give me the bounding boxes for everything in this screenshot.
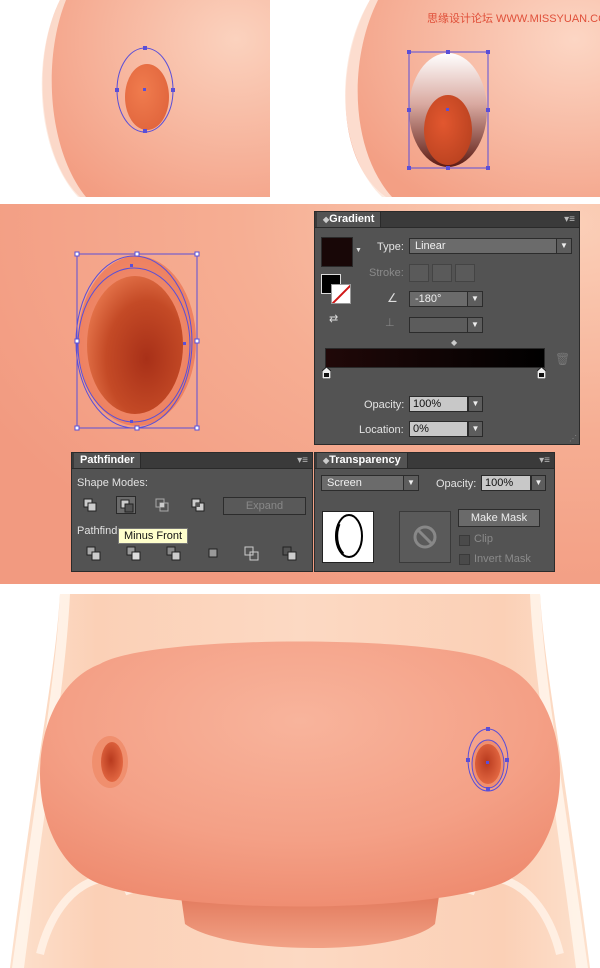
- angle-select[interactable]: -180° ▼: [409, 291, 483, 307]
- clip-label: Clip: [474, 533, 493, 545]
- opacity-label: Opacity:: [364, 399, 405, 411]
- resize-grip-icon[interactable]: ⋰: [569, 434, 577, 443]
- invert-mask-label: Invert Mask: [474, 553, 531, 565]
- transparency-tab[interactable]: ◆Transparency: [317, 453, 408, 468]
- exclude-icon[interactable]: [188, 496, 208, 514]
- panel-menu-icon[interactable]: ▾≡: [564, 213, 575, 226]
- pathfinders-label: Pathfind: [77, 525, 118, 537]
- stroke-along-icon[interactable]: [432, 264, 452, 282]
- chevron-down-icon[interactable]: ▼: [468, 421, 483, 437]
- object-thumbnail[interactable]: [322, 511, 374, 563]
- stroke-label: Stroke:: [369, 267, 404, 279]
- opacity-input[interactable]: 100%: [409, 396, 468, 412]
- gradient-slider[interactable]: [325, 348, 545, 368]
- stroke-within-icon[interactable]: [409, 264, 429, 282]
- opacity-input[interactable]: 100%: [481, 475, 531, 491]
- panel-menu-icon[interactable]: ▾≡: [539, 454, 550, 467]
- unite-icon[interactable]: [80, 496, 100, 514]
- mask-thumbnail[interactable]: [399, 511, 451, 563]
- invert-mask-checkbox[interactable]: [459, 554, 470, 565]
- gradient-tab[interactable]: ◆Gradient: [317, 212, 382, 227]
- clip-checkbox[interactable]: [459, 535, 470, 546]
- outline-icon[interactable]: [242, 544, 262, 562]
- location-input[interactable]: 0%: [409, 421, 468, 437]
- expand-button[interactable]: Expand: [223, 497, 306, 515]
- shape-modes-label: Shape Modes:: [77, 477, 148, 489]
- canvas-top-right: [326, 0, 600, 197]
- gradient-midpoint-icon[interactable]: ◆: [451, 338, 457, 347]
- transparency-panel: ◆Transparency ▾≡ Screen ▼ Opacity: 100% ▼…: [314, 452, 555, 572]
- divide-icon[interactable]: [84, 544, 104, 562]
- type-select[interactable]: Linear ▼: [409, 238, 572, 254]
- chevron-down-icon: ▼: [556, 239, 571, 253]
- chevron-down-icon: ▼: [467, 292, 482, 306]
- blend-mode-select[interactable]: Screen ▼: [321, 475, 419, 491]
- minus-front-icon[interactable]: [116, 496, 136, 514]
- pathfinder-panel: Pathfinder ▾≡ Shape Modes: Expand Pathfi…: [71, 452, 313, 572]
- tooltip-minus-front: Minus Front: [118, 528, 189, 544]
- gradient-panel: ◆Gradient ▾≡ ▼ Type: Linear ▼ Stroke: ∠ -…: [314, 211, 580, 445]
- aspect-ratio-select[interactable]: ▼: [409, 317, 483, 333]
- stroke-across-icon[interactable]: [455, 264, 475, 282]
- type-label: Type:: [377, 241, 404, 253]
- minus-back-icon[interactable]: [280, 544, 300, 562]
- gradient-swatch[interactable]: [321, 237, 353, 267]
- crop-icon[interactable]: [204, 544, 224, 562]
- gradient-stop-left[interactable]: [321, 366, 332, 380]
- merge-icon[interactable]: [164, 544, 184, 562]
- canvas-bottom: [0, 594, 600, 968]
- chevron-down-icon[interactable]: ▼: [531, 475, 546, 491]
- trim-icon[interactable]: [124, 544, 144, 562]
- gradient-stop-right[interactable]: [536, 366, 547, 380]
- angle-icon: ∠: [387, 291, 398, 305]
- swatch-chevron-down-icon[interactable]: ▼: [355, 247, 362, 254]
- reverse-gradient-icon[interactable]: ⇄: [329, 312, 343, 326]
- make-mask-button[interactable]: Make Mask: [458, 509, 540, 527]
- watermark: 思缘设计论坛 WWW.MISSYUAN.COM: [427, 13, 600, 25]
- location-label: Location:: [359, 424, 404, 436]
- stroke-swatch[interactable]: [331, 284, 351, 304]
- chevron-down-icon: ▼: [403, 476, 418, 490]
- chevron-down-icon: ▼: [467, 318, 482, 332]
- canvas-top-left: [0, 0, 270, 197]
- panel-menu-icon[interactable]: ▾≡: [297, 454, 308, 467]
- chevron-down-icon[interactable]: ▼: [468, 396, 483, 412]
- pathfinder-tab[interactable]: Pathfinder: [74, 453, 142, 468]
- opacity-label: Opacity:: [436, 478, 477, 490]
- intersect-icon[interactable]: [152, 496, 172, 514]
- trash-icon[interactable]: 🗑: [555, 352, 570, 366]
- aspect-ratio-icon: ⊥: [385, 317, 395, 329]
